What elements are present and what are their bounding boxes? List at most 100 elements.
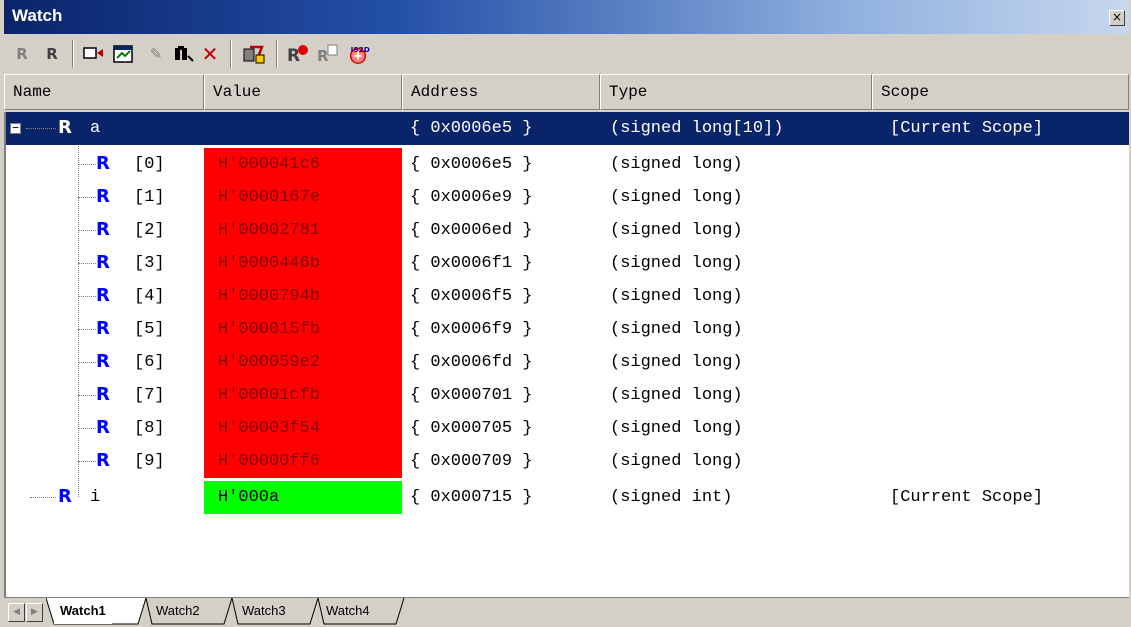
address-cell: { 0x0006ed } (410, 221, 533, 240)
table-row[interactable]: R [3] H'0000446b { 0x0006f1 } (signed lo… (6, 247, 1129, 280)
variable-icon: R (58, 486, 72, 507)
variable-name: [9] (134, 452, 165, 471)
variable-icon: R (96, 318, 110, 339)
value-cell[interactable]: H'000041c6 (204, 148, 402, 181)
tree-line (78, 263, 96, 264)
type-cell: (signed long) (610, 320, 743, 339)
tab-scroll-right-icon[interactable]: ▶ (26, 603, 43, 622)
copy-icon[interactable]: R (316, 42, 340, 66)
toolbar-separator (230, 40, 232, 68)
address-cell: { 0x0006e5 } (410, 119, 533, 138)
value-cell[interactable]: H'000059e2 (204, 346, 402, 379)
table-row[interactable]: R [9] H'00000ff6 { 0x000709 } (signed lo… (6, 445, 1129, 478)
variable-name: [3] (134, 254, 165, 273)
toolbar-separator (72, 40, 74, 68)
title-bar[interactable]: Watch × (4, 0, 1129, 34)
tree-line (26, 128, 56, 129)
type-cell: (signed long) (610, 287, 743, 306)
address-cell: { 0x0006fd } (410, 353, 533, 372)
tree-line (30, 497, 56, 498)
type-cell: (signed long) (610, 386, 743, 405)
table-row[interactable]: R [5] H'000015fb { 0x0006f9 } (signed lo… (6, 313, 1129, 346)
collapse-icon[interactable]: − (10, 122, 21, 134)
address-cell: { 0x000705 } (410, 419, 533, 438)
table-row[interactable]: R [1] H'0000167e { 0x0006e9 } (signed lo… (6, 181, 1129, 214)
record-icon[interactable]: IS2D (346, 42, 370, 66)
table-row[interactable]: R [6] H'000059e2 { 0x0006fd } (signed lo… (6, 346, 1129, 379)
svg-text:R: R (317, 47, 329, 65)
type-cell: (signed long[10]) (610, 119, 784, 138)
tree-line (78, 230, 96, 231)
table-row[interactable]: R [2] H'00002781 { 0x0006ed } (signed lo… (6, 214, 1129, 247)
tree-line (78, 395, 96, 396)
scope-cell: [Current Scope] (890, 488, 1044, 507)
variable-name: [5] (134, 320, 165, 339)
table-row[interactable]: R [0] H'000041c6 { 0x0006e5 } (signed lo… (6, 148, 1129, 181)
value-cell[interactable]: H'0000446b (204, 247, 402, 280)
add-watch-icon[interactable] (82, 42, 106, 66)
value-cell[interactable]: H'0000794b (204, 280, 402, 313)
variable-icon: R (96, 285, 110, 306)
svg-text:IS2D: IS2D (351, 45, 370, 54)
column-header-address[interactable]: Address (402, 74, 600, 110)
value-cell[interactable]: H'00002781 (204, 214, 402, 247)
table-row[interactable]: − R a { 0x0006e5 } (signed long[10]) [Cu… (6, 112, 1129, 145)
variable-icon: R (96, 351, 110, 372)
address-cell: { 0x000715 } (410, 488, 533, 507)
refresh-icon[interactable]: R (10, 42, 34, 66)
tree-line (78, 428, 96, 429)
tab-watch4[interactable]: Watch4 (326, 600, 370, 624)
column-header-type[interactable]: Type (600, 74, 872, 110)
variable-name: [1] (134, 188, 165, 207)
variable-name: [2] (134, 221, 165, 240)
variable-icon: R (58, 117, 72, 138)
value-cell[interactable]: H'000015fb (204, 313, 402, 346)
table-row[interactable]: R [7] H'00001cfb { 0x000701 } (signed lo… (6, 379, 1129, 412)
tab-watch2[interactable]: Watch2 (156, 600, 200, 624)
tab-scroll-left-icon[interactable]: ◀ (8, 603, 25, 622)
address-cell: { 0x000709 } (410, 452, 533, 471)
variable-name: [4] (134, 287, 165, 306)
watch-window: Watch × R R ✎ ✕ R R IS2D Name Value Addr… (0, 0, 1131, 627)
edit-value-icon[interactable] (112, 42, 136, 66)
refresh-all-icon[interactable]: R (40, 42, 64, 66)
toolbar: R R ✎ ✕ R R IS2D (4, 34, 1129, 74)
column-header-scope[interactable]: Scope (872, 74, 1129, 110)
value-cell[interactable]: H'0000167e (204, 181, 402, 214)
address-cell: { 0x0006f9 } (410, 320, 533, 339)
variable-icon: R (96, 450, 110, 471)
address-cell: { 0x0006f1 } (410, 254, 533, 273)
tree-line (78, 362, 96, 363)
delete-icon[interactable]: ✕ (198, 42, 222, 66)
column-header-value[interactable]: Value (204, 74, 402, 110)
table-row[interactable]: R [8] H'00003f54 { 0x000705 } (signed lo… (6, 412, 1129, 445)
window-title: Watch (12, 6, 63, 25)
address-cell: { 0x0006e9 } (410, 188, 533, 207)
variable-name: [8] (134, 419, 165, 438)
variable-icon: R (96, 153, 110, 174)
type-cell: (signed long) (610, 188, 743, 207)
value-cell[interactable]: H'00003f54 (204, 412, 402, 445)
toolbar-separator (276, 40, 278, 68)
table-row[interactable]: R i H'000a { 0x000715 } (signed int) [Cu… (6, 481, 1129, 514)
type-cell: (signed long) (610, 452, 743, 471)
tree-line (78, 164, 96, 165)
tree-line (78, 197, 96, 198)
value-cell[interactable]: H'00001cfb (204, 379, 402, 412)
tab-watch3[interactable]: Watch3 (242, 600, 286, 624)
tab-watch1[interactable]: Watch1 (54, 600, 112, 624)
value-cell[interactable]: H'000a (204, 481, 402, 514)
radix-icon[interactable]: R (286, 42, 310, 66)
close-icon[interactable]: × (1109, 10, 1125, 26)
address-cell: { 0x0006f5 } (410, 287, 533, 306)
find-icon[interactable] (172, 42, 196, 66)
scope-cell: [Current Scope] (890, 119, 1044, 138)
display-format-icon[interactable] (242, 42, 266, 66)
variable-name: a (90, 119, 101, 138)
table-row[interactable]: R [4] H'0000794b { 0x0006f5 } (signed lo… (6, 280, 1129, 313)
address-cell: { 0x0006e5 } (410, 155, 533, 174)
pencil-icon[interactable]: ✎ (144, 42, 168, 66)
variable-icon: R (96, 252, 110, 273)
value-cell[interactable]: H'00000ff6 (204, 445, 402, 478)
column-header-name[interactable]: Name (4, 74, 204, 110)
